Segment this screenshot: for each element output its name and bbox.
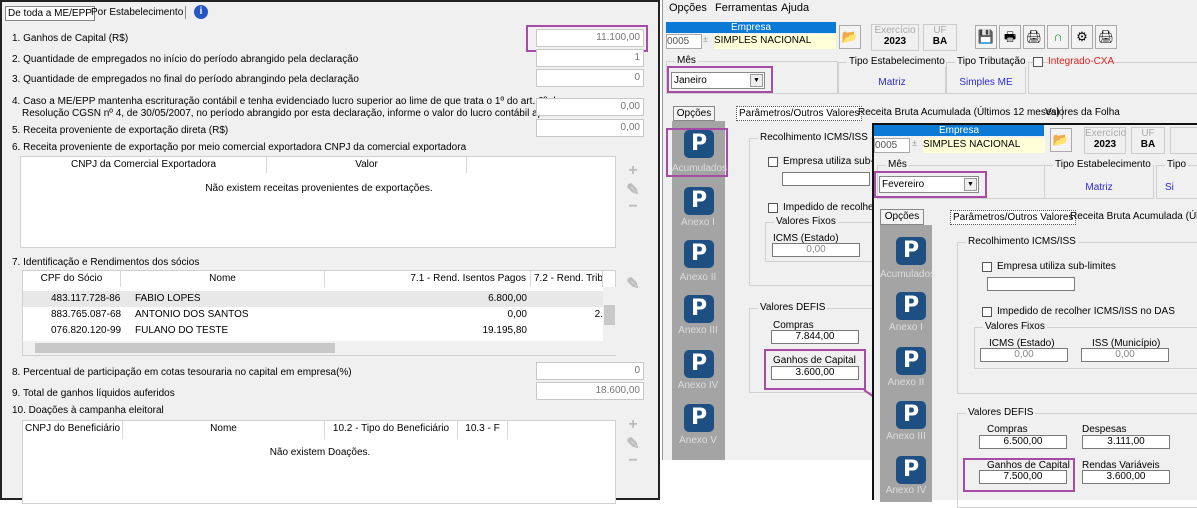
sublimites-label: Empresa utiliza sub-limites xyxy=(997,261,1116,272)
tipo-estab-value: Matriz xyxy=(1085,182,1113,193)
rendas-input[interactable]: 3.600,00 xyxy=(1082,470,1170,484)
exercicio-label: Exercício xyxy=(1085,128,1127,139)
sidebar-item-anexo-i[interactable]: Anexo I xyxy=(880,322,932,333)
exercicio-value: 2023 xyxy=(1093,139,1117,150)
uf-box: UF BA xyxy=(1131,127,1165,154)
compras-label: Compras xyxy=(987,424,1028,435)
empresa-name[interactable]: SIMPLES NACIONAL xyxy=(923,138,1045,153)
empresa-header: Empresa xyxy=(874,125,1044,136)
uf-label: UF xyxy=(1141,128,1155,139)
iss-input[interactable]: 0,00 xyxy=(1081,348,1169,362)
overlay-window: Empresa 0005 ± SIMPLES NACIONAL 📂 Exercí… xyxy=(872,123,1197,508)
mes-select[interactable]: Fevereiro ▼ xyxy=(879,176,979,193)
tipo-estab-label: Tipo Estabelecimento xyxy=(1053,159,1153,170)
sublimites-input[interactable] xyxy=(987,277,1075,291)
sidebar-item-anexo-iii[interactable]: Anexo III xyxy=(880,431,932,442)
compras-input[interactable]: 6.500,00 xyxy=(979,435,1067,449)
valores-fixos-label: Valores Fixos xyxy=(983,321,1047,332)
opcoes-button[interactable]: Opções xyxy=(880,209,924,225)
anexo-iv-icon[interactable]: P xyxy=(896,456,926,484)
mes-label: Mês xyxy=(886,159,909,170)
tipo-label: Tipo xyxy=(1165,159,1189,170)
anexo-i-icon[interactable]: P xyxy=(896,292,926,320)
despesas-input[interactable]: 3.111,00 xyxy=(1082,435,1170,449)
icms-input[interactable]: 0,00 xyxy=(980,348,1068,362)
impedido-checkbox[interactable] xyxy=(982,307,992,317)
chevron-down-icon: ▼ xyxy=(964,178,977,191)
sidebar-item-anexo-ii[interactable]: Anexo II xyxy=(880,377,932,388)
tipo-estab-group: Tipo Estabelecimento Matriz xyxy=(1044,159,1154,199)
anexo-iii-icon[interactable]: P xyxy=(896,401,926,429)
sidebar-item-acumulados[interactable]: Acumulados xyxy=(880,269,935,280)
exercicio-box: Exercício 2023 xyxy=(1084,127,1126,154)
tipo-value: Si xyxy=(1165,182,1174,193)
recolhimento-label: Recolhimento ICMS/ISS xyxy=(966,236,1078,247)
sidebar-item-anexo-iv[interactable]: Anexo IV xyxy=(880,485,932,496)
ganhos-input[interactable]: 7.500,00 xyxy=(979,470,1067,484)
defis-label: Valores DEFIS xyxy=(966,407,1036,418)
toolbar-edge xyxy=(1170,127,1197,154)
open-folder-icon[interactable]: 📂 xyxy=(1050,128,1072,152)
sublimites-checkbox[interactable] xyxy=(982,262,992,272)
empresa-code[interactable]: 0005 xyxy=(874,138,910,153)
spin-icon[interactable]: ± xyxy=(912,138,922,148)
despesas-label: Despesas xyxy=(1082,424,1127,435)
acumulados-icon[interactable]: P xyxy=(896,237,926,265)
mes-value: Fevereiro xyxy=(882,179,925,190)
tipo-group: Tipo Si xyxy=(1156,159,1197,199)
tab-receita-bruta[interactable]: Receita Bruta Acumulada (Últ xyxy=(1068,210,1197,223)
tab-parametros[interactable]: Parâmetros/Outros Valores xyxy=(950,210,1077,225)
impedido-label: Impedido de recolher ICMS/ISS no DAS xyxy=(997,306,1175,317)
anexo-ii-icon[interactable]: P xyxy=(896,347,926,375)
uf-value: BA xyxy=(1140,139,1156,150)
